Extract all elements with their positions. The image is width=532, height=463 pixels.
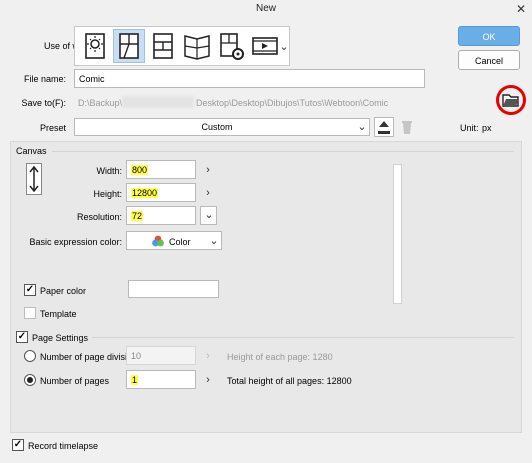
basic-color-label: Basic expression color: <box>29 237 122 247</box>
chevron-right-icon[interactable]: › <box>203 163 213 177</box>
comic-icon[interactable] <box>113 29 145 63</box>
page-divisions-input[interactable]: 10 <box>126 346 196 365</box>
save-to-label: Save to(F): <box>21 98 66 108</box>
page-divisions-radio[interactable] <box>24 350 36 362</box>
redacted-path-segment <box>122 96 194 108</box>
close-icon[interactable]: ✕ <box>513 1 529 17</box>
page-settings-divider <box>92 337 514 338</box>
chevron-right-icon[interactable]: › <box>203 349 213 363</box>
unit-label: Unit: <box>460 123 479 133</box>
swap-orientation-button[interactable] <box>26 163 42 195</box>
file-name-label: File name: <box>23 74 66 84</box>
canvas-divider <box>52 151 514 152</box>
register-preset-icon[interactable] <box>374 117 394 137</box>
settings-page-icon[interactable] <box>215 29 247 63</box>
color-mode-select[interactable]: Color ⌄ <box>126 231 222 250</box>
paper-color-swatch[interactable] <box>128 280 219 298</box>
preset-select[interactable]: Custom ⌄ <box>74 118 370 136</box>
illustration-icon[interactable] <box>79 29 111 63</box>
total-height-text: Total height of all pages: 12800 <box>227 376 352 386</box>
chevron-down-icon: ⌄ <box>357 121 367 133</box>
trash-icon[interactable] <box>400 119 414 135</box>
width-label: Width: <box>96 166 122 176</box>
ok-button[interactable]: OK <box>458 26 520 46</box>
number-of-pages-radio[interactable] <box>24 374 36 386</box>
height-label: Height: <box>93 189 122 199</box>
canvas-section-title: Canvas <box>16 146 47 156</box>
paper-color-label: Paper color <box>40 286 87 296</box>
book-icon[interactable] <box>181 29 213 63</box>
color-circles-icon <box>151 235 165 247</box>
unit-value: px <box>482 123 492 133</box>
folder-icon[interactable] <box>502 92 520 108</box>
chevron-right-icon[interactable]: › <box>203 186 213 200</box>
resolution-value: 72 <box>131 211 144 221</box>
window-title: New <box>255 3 276 14</box>
preset-value: Custom <box>201 122 233 132</box>
color-mode-value: Color <box>169 237 191 247</box>
use-of-work-toolbar: ⌄ <box>74 26 290 66</box>
cancel-button[interactable]: Cancel <box>458 50 520 70</box>
template-checkbox[interactable] <box>24 307 36 319</box>
number-of-pages-value: 1 <box>131 375 139 385</box>
canvas-preview <box>393 164 402 304</box>
page-settings-label: Page Settings <box>32 333 89 343</box>
canvas-panel <box>10 141 522 433</box>
save-path-start: D:\Backup\ <box>78 98 123 108</box>
width-input[interactable]: 800 <box>126 160 196 179</box>
page-settings-checkbox[interactable]: ✓ <box>16 331 28 343</box>
width-value: 800 <box>131 165 149 175</box>
resolution-input[interactable]: 72 <box>126 206 196 225</box>
chevron-down-icon: ⌄ <box>209 235 219 247</box>
height-each-page-text: Height of each page: 1280 <box>227 352 333 362</box>
save-path-end: Desktop\Desktop\Dibujos\Tutos\Webtoon\Co… <box>196 98 389 108</box>
chevron-down-icon: ⌄ <box>204 209 214 221</box>
resolution-label: Resolution: <box>76 212 122 222</box>
preset-label: Preset <box>39 123 66 133</box>
record-timelapse-checkbox[interactable]: ✓ <box>12 439 24 451</box>
paper-color-checkbox[interactable]: ✓ <box>24 284 36 296</box>
page-layout-icon[interactable] <box>147 29 179 63</box>
animation-icon[interactable] <box>249 29 281 63</box>
template-label: Template <box>40 309 77 319</box>
height-value: 12800 <box>131 188 159 198</box>
height-input[interactable]: 12800 <box>126 183 196 202</box>
resolution-dropdown[interactable]: ⌄ <box>200 206 217 225</box>
number-of-pages-input[interactable]: 1 <box>126 370 196 389</box>
file-name-input[interactable]: Comic <box>74 69 425 88</box>
record-timelapse-label: Record timelapse <box>28 441 99 451</box>
number-of-pages-label: Number of pages <box>40 376 110 386</box>
chevron-right-icon[interactable]: › <box>203 373 213 387</box>
chevron-down-icon[interactable]: ⌄ <box>279 40 289 54</box>
